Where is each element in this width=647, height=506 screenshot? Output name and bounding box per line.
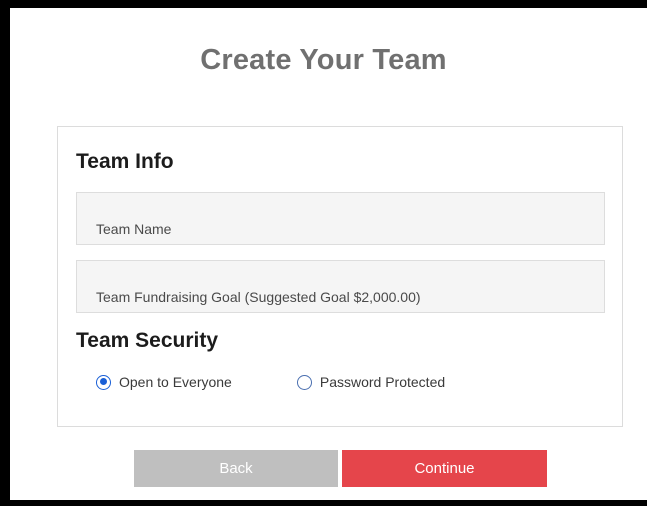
continue-button[interactable]: Continue [342,450,547,487]
team-info-heading: Team Info [76,150,174,173]
team-fundraising-goal-input[interactable] [76,260,605,313]
radio-option-password-protected[interactable]: Password Protected [296,374,446,390]
radio-unchecked-icon[interactable] [296,374,312,390]
radio-checked-icon[interactable] [96,374,111,390]
radio-option-open-to-everyone[interactable]: Open to Everyone [96,374,232,390]
team-security-radio-group: Open to Everyone Password Protected [96,372,445,392]
page-title: Create Your Team [200,44,447,76]
back-button[interactable]: Back [134,450,338,487]
radio-label-password-protected: Password Protected [319,374,446,390]
radio-label-open-to-everyone: Open to Everyone [119,374,232,390]
team-name-input[interactable] [76,192,605,245]
team-form-card: Team Info Team Security Open to Everyone… [57,126,623,427]
team-security-heading: Team Security [76,329,219,352]
page-container: Create Your Team Team Info Team Security… [10,8,647,500]
